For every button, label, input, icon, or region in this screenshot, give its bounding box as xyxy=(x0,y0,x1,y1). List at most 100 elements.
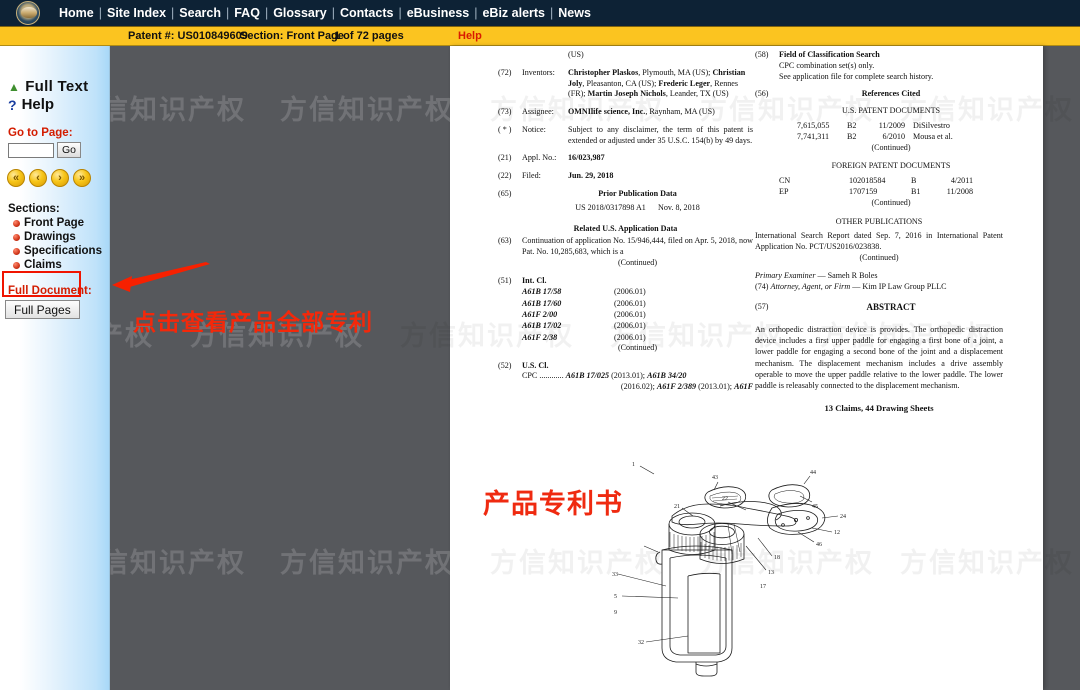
help-link[interactable]: Help xyxy=(458,30,482,42)
int-cl-row: A61F 2/00 (2006.01) xyxy=(522,309,753,320)
patent-figure: 1 43 44 45 21 22 24 12 46 18 13 17 33 5 … xyxy=(600,446,900,690)
nav-link-home[interactable]: Home xyxy=(54,6,99,20)
nav-link-contacts[interactable]: Contacts xyxy=(335,6,398,20)
prior-pub-value: US 2018/0317898 A1 xyxy=(575,202,646,212)
sidebar-item-drawings[interactable]: Drawings xyxy=(0,231,109,243)
nav-link-ebusiness[interactable]: eBusiness xyxy=(402,6,475,20)
prior-publication-field: (65) Prior Publication Data US 2018/0317… xyxy=(498,189,753,214)
int-cl-code: A61F 2/00 xyxy=(522,309,558,319)
svg-text:24: 24 xyxy=(840,514,846,520)
full-text-label: Full Text xyxy=(25,78,89,95)
inventor-name: Frederic Leger xyxy=(658,78,711,88)
prior-pub-date: Nov. 8, 2018 xyxy=(658,202,700,212)
sidebar-item-label: Specifications xyxy=(24,245,102,257)
foreign-number: 1707159 xyxy=(849,187,878,197)
int-cl-code: A61F 2/38 xyxy=(522,332,558,342)
svg-text:12: 12 xyxy=(834,530,840,536)
sidebar-item-label: Drawings xyxy=(24,231,76,243)
other-publications-text: International Search Report dated Sep. 7… xyxy=(755,230,1003,251)
other-publications-block: OTHER PUBLICATIONS International Search … xyxy=(755,217,1003,262)
foreign-number: 102018584 xyxy=(849,176,886,186)
int-cl-row: A61B 17/60 (2006.01) xyxy=(522,298,753,309)
nav-link-news[interactable]: News xyxy=(553,6,596,20)
page-number-input[interactable] xyxy=(8,142,54,158)
appl-no-number: (21) xyxy=(498,153,512,163)
us-cl-label: U.S. Cl. xyxy=(522,360,549,370)
other-publications-heading: OTHER PUBLICATIONS xyxy=(835,216,923,226)
svg-text:18: 18 xyxy=(774,555,780,561)
reference-date: 11/2009 xyxy=(878,120,905,130)
nav-link-site-index[interactable]: Site Index xyxy=(102,6,171,20)
uspto-seal-icon xyxy=(16,1,40,25)
bullet-icon xyxy=(13,261,20,269)
inventor-name: Christopher Plaskos xyxy=(568,67,639,77)
nav-link-glossary[interactable]: Glossary xyxy=(268,6,332,20)
inventor-place: , Plymouth, MA (US); xyxy=(638,67,711,77)
int-cl-year: (2006.01) xyxy=(614,332,646,342)
left-sidebar: ▲ Full Text ? Help Go to Page: Go « ‹ › … xyxy=(0,46,110,690)
nav-link-search[interactable]: Search xyxy=(174,6,226,20)
abstract-field: (57) ABSTRACT xyxy=(755,302,1003,317)
app-root: Home | Site Index | Search | FAQ | Glossary |… xyxy=(0,0,1080,690)
svg-text:45: 45 xyxy=(812,504,818,510)
foreign-reference-row: CN 102018584 B 4/2011 xyxy=(779,176,1003,187)
reference-name: Mousa et al. xyxy=(913,131,953,141)
related-block: Continuation of application No. 15/946,4… xyxy=(522,236,753,268)
primary-examiner-label: Primary Examiner xyxy=(755,270,816,280)
svg-text:33: 33 xyxy=(612,572,618,578)
bullet-icon xyxy=(13,219,20,227)
sidebar-item-front-page[interactable]: Front Page xyxy=(0,217,109,229)
us-cl-number: (52) xyxy=(498,360,512,370)
svg-text:43: 43 xyxy=(712,475,718,481)
appl-no-label: Appl. No.: xyxy=(522,153,557,163)
section-label: Section: Front Page xyxy=(240,30,344,42)
attorney-number: (74) xyxy=(755,281,769,291)
sidebar-item-specifications[interactable]: Specifications xyxy=(0,245,109,257)
sections-heading: Sections: xyxy=(8,203,60,215)
us-references-continued: (Continued) xyxy=(871,142,911,152)
nav-links: Home | Site Index | Search | FAQ | Glossary |… xyxy=(54,6,596,20)
field-of-search-line-2: See application file for complete search… xyxy=(779,71,934,81)
nav-link-ebiz-alerts[interactable]: eBiz alerts xyxy=(477,6,550,20)
sidebar-item-claims[interactable]: Claims xyxy=(0,259,109,271)
foreign-reference-row: EP 1707159 B1 11/2008 xyxy=(779,187,1003,198)
int-cl-code: A61B 17/02 xyxy=(522,321,562,331)
other-publications-continued: (Continued) xyxy=(859,252,899,262)
foreign-patent-documents-heading: FOREIGN PATENT DOCUMENTS xyxy=(831,161,951,171)
first-page-icon: « xyxy=(12,171,20,184)
last-page-button[interactable]: » xyxy=(73,169,91,187)
references-cited-field: (56) References Cited U.S. PATENT DOCUME… xyxy=(755,89,1003,208)
int-cl-row: A61B 17/02 (2006.01) xyxy=(522,320,753,331)
question-mark-icon: ? xyxy=(8,96,17,113)
reference-number: 7,615,055 xyxy=(797,120,830,130)
go-button[interactable]: Go xyxy=(57,142,82,158)
attorney-label: Attorney, Agent, or Firm xyxy=(770,281,851,291)
foreign-country: CN xyxy=(779,176,791,186)
references-number: (56) xyxy=(755,89,769,99)
abstract-text: An orthopedic distraction device is prov… xyxy=(755,325,1003,390)
full-text-link[interactable]: ▲ Full Text xyxy=(0,78,109,95)
abstract-number: (57) xyxy=(755,302,769,312)
patent-front-page-columns: (US) (72) Inventors: Christopher Plaskos… xyxy=(450,46,1043,446)
us-cl-year: (2013.01); xyxy=(698,382,733,392)
inventors-field: (72) Inventors: Christopher Plaskos, Ply… xyxy=(498,68,753,100)
help-sidebar-link[interactable]: ? Help xyxy=(0,96,109,113)
assignee-label: Assignee: xyxy=(522,107,554,116)
top-navigation-bar: Home | Site Index | Search | FAQ | Glossary |… xyxy=(0,0,1080,26)
previous-page-button[interactable]: ‹ xyxy=(29,169,47,187)
int-cl-year: (2006.01) xyxy=(614,309,646,319)
field-of-search-number: (58) xyxy=(755,50,769,59)
first-page-button[interactable]: « xyxy=(7,169,25,187)
nav-link-faq[interactable]: FAQ xyxy=(229,6,265,20)
bullet-icon xyxy=(13,233,20,241)
attorney-name: Kim IP Law Group PLLC xyxy=(862,281,947,291)
full-pages-button[interactable]: Full Pages xyxy=(5,300,80,319)
last-page-icon: » xyxy=(78,171,86,184)
inventor-place: , Pleasanton, CA (US); xyxy=(582,78,657,88)
next-page-button[interactable]: › xyxy=(51,169,69,187)
assignee-place: , Raynham, MA (US) xyxy=(645,107,715,116)
svg-text:1: 1 xyxy=(632,462,635,468)
related-continued: (Continued) xyxy=(617,257,658,267)
reference-name: DiSilvestro xyxy=(913,120,950,130)
svg-text:5: 5 xyxy=(614,594,617,600)
